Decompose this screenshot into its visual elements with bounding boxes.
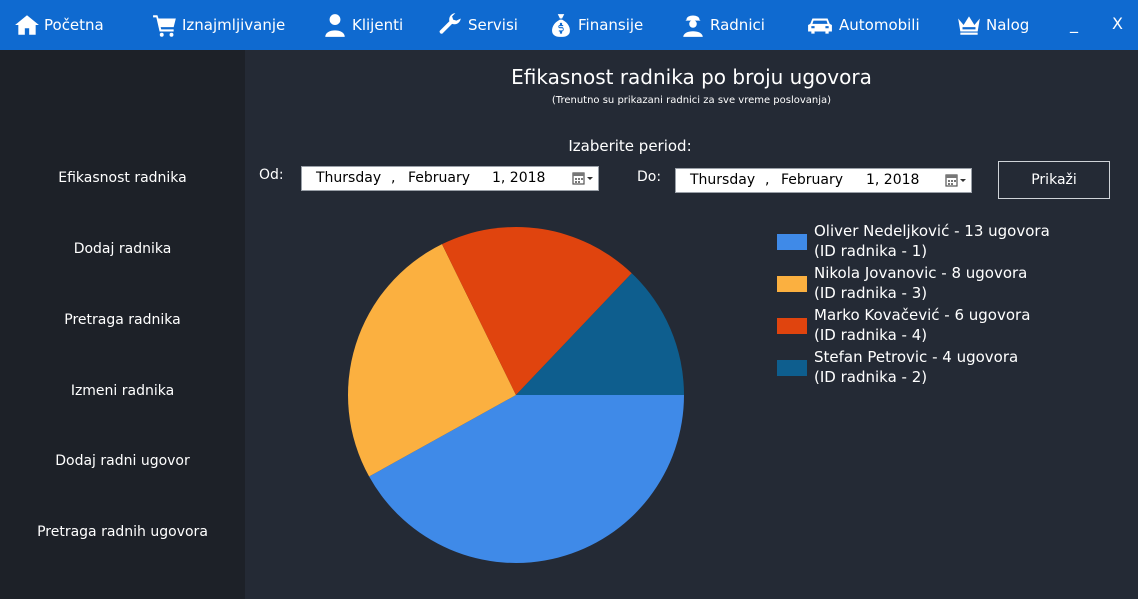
to-day-year: 1, 2018 (866, 172, 920, 188)
from-day-year: 1, 2018 (492, 170, 546, 186)
legend-name: Oliver Nedeljković - 13 ugovora (814, 222, 1050, 240)
sidebar-item-pretraga-radnih-ugovora[interactable]: Pretraga radnih ugovora (0, 524, 245, 540)
nav-item-nalog[interactable]: Nalog (956, 0, 1029, 50)
pie-chart (348, 227, 684, 563)
top-nav-bar: Početna Iznajmljivanje Klijenti Servisi … (0, 0, 1138, 50)
legend-entry-2: Nikola Jovanovic - 8 ugovora (ID radnika… (814, 263, 1114, 303)
page-title: Efikasnost radnika po broju ugovora (511, 65, 872, 89)
nav-label: Iznajmljivanje (182, 16, 286, 34)
to-date-picker[interactable]: Thursday , February 1, 2018 (675, 168, 972, 193)
nav-item-automobili[interactable]: Automobili (805, 0, 920, 50)
nav-item-iznajmljivanje[interactable]: Iznajmljivanje (152, 0, 285, 50)
from-date-picker[interactable]: Thursday , February 1, 2018 (301, 166, 599, 191)
nav-label: Početna (44, 16, 104, 34)
cart-icon (153, 15, 176, 37)
page-subtitle: (Trenutno su prikazani radnici za sve vr… (551, 95, 832, 106)
from-month: February (408, 170, 471, 186)
from-label: Od: (259, 167, 284, 183)
from-separator: , (391, 170, 396, 186)
legend-sub: (ID radnika - 2) (814, 368, 928, 386)
nav-item-klijenti[interactable]: Klijenti (322, 0, 403, 50)
sidebar-item-izmeni-radnika[interactable]: Izmeni radnika (0, 383, 245, 399)
home-icon (15, 15, 39, 35)
sidebar-item-pretraga-radnika[interactable]: Pretraga radnika (0, 312, 245, 328)
calendar-dropdown-icon[interactable] (945, 173, 967, 188)
legend-sub: (ID radnika - 3) (814, 284, 928, 302)
nav-label: Klijenti (352, 16, 404, 34)
legend-sub: (ID radnika - 1) (814, 242, 928, 260)
legend-name: Stefan Petrovic - 4 ugovora (814, 348, 1019, 366)
show-button[interactable]: Prikaži (998, 161, 1110, 199)
car-icon (808, 18, 832, 34)
nav-item-finansije[interactable]: Finansije (548, 0, 643, 50)
period-label: Izaberite period: (568, 137, 692, 155)
nav-label: Automobili (839, 16, 920, 34)
worker-icon (683, 15, 703, 37)
to-separator: , (765, 172, 770, 188)
sidebar-item-dodaj-radnika[interactable]: Dodaj radnika (0, 241, 245, 257)
nav-label: Finansije (578, 16, 644, 34)
legend-sub: (ID radnika - 4) (814, 326, 928, 344)
legend-swatch-4 (777, 360, 807, 376)
to-weekday: Thursday (690, 172, 756, 188)
minimize-button[interactable]: _ (1070, 14, 1078, 33)
legend-name: Marko Kovačević - 6 ugovora (814, 306, 1031, 324)
nav-label: Radnici (710, 16, 765, 34)
nav-label: Servisi (468, 16, 518, 34)
sidebar-item-dodaj-radni-ugovor[interactable]: Dodaj radni ugovor (0, 453, 245, 469)
legend-name: Nikola Jovanovic - 8 ugovora (814, 264, 1028, 282)
money-bag-icon (552, 14, 570, 37)
from-weekday: Thursday (316, 170, 382, 186)
legend-entry-4: Stefan Petrovic - 4 ugovora (ID radnika … (814, 347, 1114, 387)
to-label: Do: (637, 169, 662, 185)
legend-entry-3: Marko Kovačević - 6 ugovora (ID radnika … (814, 305, 1114, 345)
person-icon (325, 14, 345, 37)
close-button[interactable]: X (1112, 14, 1123, 33)
nav-item-radnici[interactable]: Radnici (680, 0, 765, 50)
legend-swatch-1 (777, 234, 807, 250)
nav-item-servisi[interactable]: Servisi (438, 0, 518, 50)
to-month: February (781, 172, 844, 188)
legend-swatch-3 (777, 318, 807, 334)
crown-icon (958, 16, 980, 35)
legend-swatch-2 (777, 276, 807, 292)
sidebar-item-efikasnost-radnika[interactable]: Efikasnost radnika (0, 170, 245, 186)
calendar-dropdown-icon[interactable] (572, 171, 594, 186)
sidebar: Efikasnost radnika Dodaj radnika Pretrag… (0, 50, 245, 599)
nav-label: Nalog (986, 16, 1030, 34)
legend-entry-1: Oliver Nedeljković - 13 ugovora (ID radn… (814, 221, 1114, 261)
wrench-icon (439, 13, 461, 34)
nav-item-pocetna[interactable]: Početna (14, 0, 104, 50)
